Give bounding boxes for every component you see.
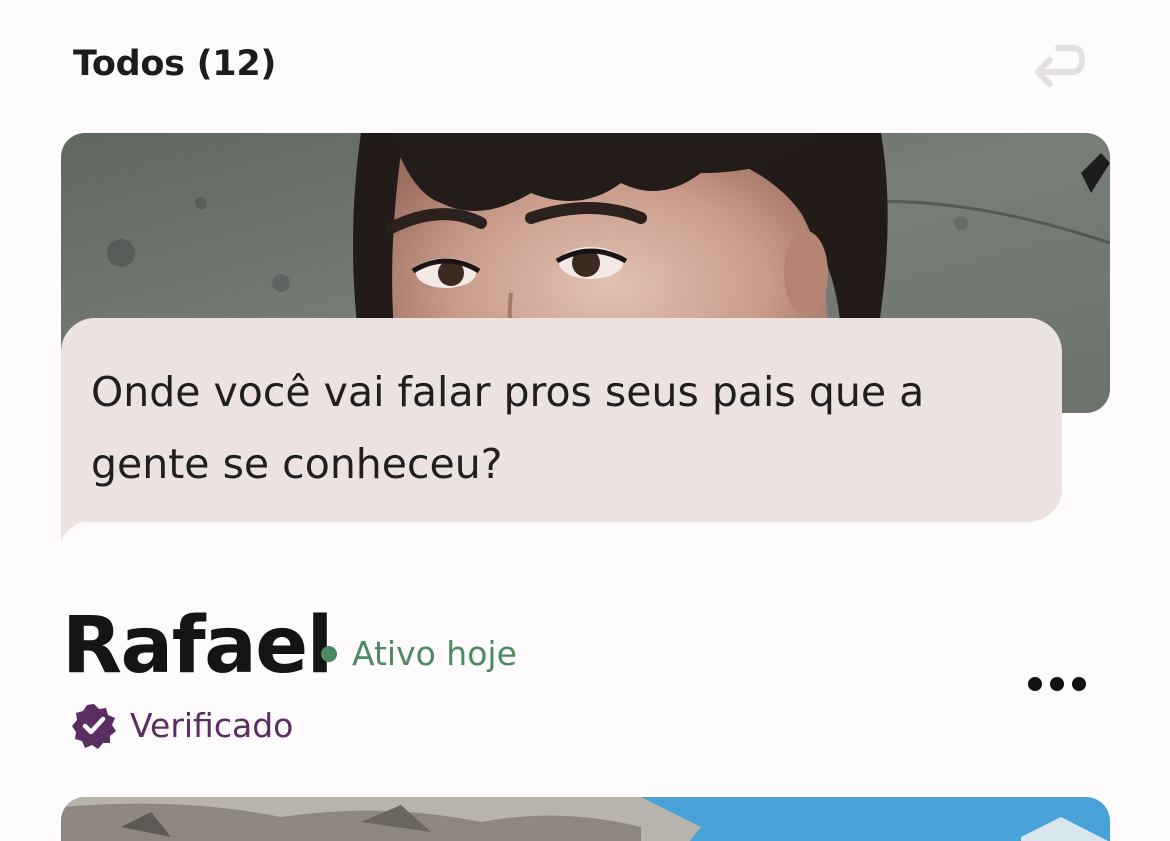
discover-screen: Todos (12) Onde você vai falar pros seus… xyxy=(0,0,1170,841)
undo-button[interactable] xyxy=(1028,38,1090,96)
undo-arrow-icon xyxy=(1035,45,1085,87)
next-profile-photo[interactable] xyxy=(61,797,1110,841)
verified-badge-icon xyxy=(72,704,116,749)
verified-label: Verificado xyxy=(130,706,294,745)
prompt-text: Onde você vai falar pros seus pais que a… xyxy=(91,368,925,488)
bubble-tail xyxy=(61,515,101,541)
page-title[interactable]: Todos (12) xyxy=(73,44,276,84)
more-options-button[interactable] xyxy=(1026,670,1088,698)
active-status-dot xyxy=(321,646,337,662)
more-horizontal-icon xyxy=(1028,677,1086,691)
active-status-text: Ativo hoje xyxy=(352,634,517,673)
mountain-image xyxy=(61,797,1110,841)
profile-name: Rafael xyxy=(62,601,333,691)
